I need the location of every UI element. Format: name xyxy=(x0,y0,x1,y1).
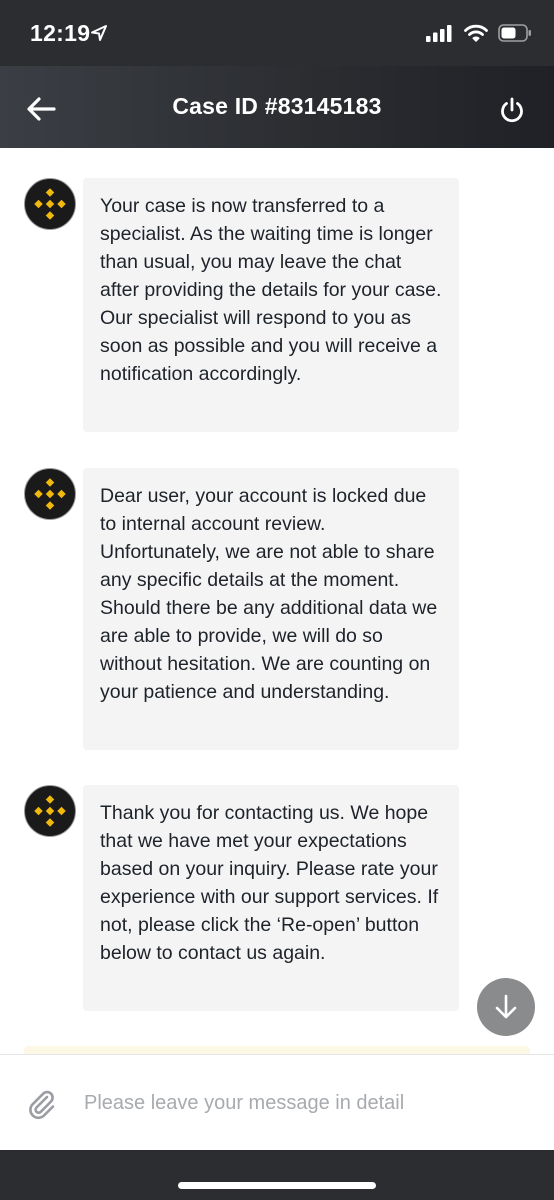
arrow-down-icon xyxy=(495,994,517,1019)
home-indicator[interactable] xyxy=(178,1182,376,1189)
chat-messages[interactable]: Your case is now transferred to a specia… xyxy=(0,148,554,1054)
status-time: 12:19 xyxy=(30,20,91,46)
scroll-down-button[interactable] xyxy=(477,978,535,1036)
message-bubble: Your case is now transferred to a specia… xyxy=(83,178,459,432)
binance-logo-icon xyxy=(34,478,66,510)
home-indicator-area xyxy=(0,1150,554,1200)
binance-logo-icon xyxy=(24,785,76,837)
signal-icon xyxy=(426,25,452,42)
binance-logo-icon xyxy=(34,188,66,220)
message-text: Thank you for contacting us. We hope tha… xyxy=(100,802,439,964)
binance-logo-icon xyxy=(34,795,66,827)
power-icon[interactable] xyxy=(498,96,526,124)
status-bar: 12:19 xyxy=(0,0,554,66)
message-bubble: Thank you for contacting us. We hope tha… xyxy=(83,785,459,1011)
message-text: Your case is now transferred to a specia… xyxy=(100,195,442,385)
binance-logo-icon xyxy=(24,468,76,520)
message-composer xyxy=(0,1054,554,1151)
header-bar: Case ID #83145183 xyxy=(0,66,554,148)
message-input[interactable] xyxy=(84,1085,524,1121)
page-title: Case ID #83145183 xyxy=(172,93,382,119)
status-indicators xyxy=(426,24,532,42)
wifi-icon xyxy=(464,24,488,42)
battery-icon xyxy=(498,24,531,42)
location-arrow-icon xyxy=(91,25,107,41)
rating-banner xyxy=(24,1046,530,1054)
paperclip-icon[interactable] xyxy=(26,1088,58,1120)
message-bubble: Dear user, your account is locked due to… xyxy=(83,468,459,750)
message-text: Dear user, your account is locked due to… xyxy=(100,485,438,703)
binance-logo-icon xyxy=(24,178,76,230)
